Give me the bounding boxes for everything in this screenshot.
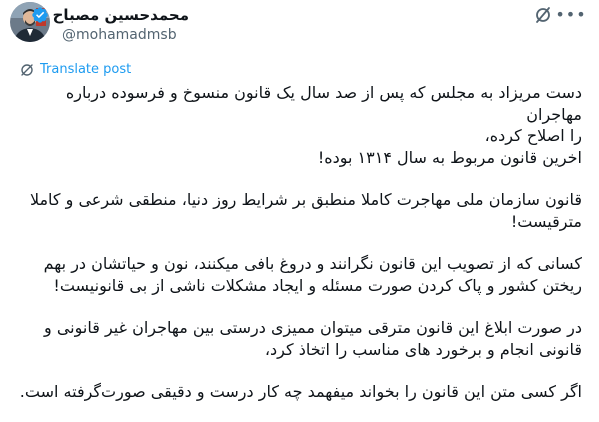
tweet-text: دست مریزاد به مجلس که پس از صد سال یک قا… [16,82,582,403]
verified-badge-icon [31,6,49,24]
tweet-header: محمدحسین مصباح @mohamadmsb ••• [0,0,599,52]
tweet-line: را اصلاح کرده، [484,126,582,145]
grok-icon[interactable] [534,6,552,24]
tweet-line: قانونی انجام و برخورد های مناسب را اتخاذ… [264,339,582,359]
author-display-name[interactable]: محمدحسین مصباح [53,6,189,24]
translate-post-link[interactable]: Translate post [40,62,131,77]
tweet-line: اگر کسی متن این قانون را بخواند میفهمد چ… [19,382,582,401]
tweet-line: دست مریزاد به مجلس که پس از صد سال یک قا… [65,83,582,124]
more-icon[interactable]: ••• [555,4,585,24]
tweet-line: ریختن کشور و پاک کردن صورت مسئله و ایجاد… [53,275,582,295]
tweet-line: مترقیست! [510,211,582,231]
translate-icon [20,62,34,76]
tweet-line: کسانی که از تصویب این قانون نگرانند و در… [43,254,582,273]
author-name-row: محمدحسین مصباح [31,4,189,26]
author-handle[interactable]: @mohamadmsb [62,27,177,43]
tweet-line: قانون سازمان ملی مهاجرت کاملا منطبق بر ش… [29,190,582,209]
tweet-line: اخرین قانون مربوط به سال ۱۳۱۴ بوده! [317,147,582,167]
translate-row[interactable]: Translate post [20,60,131,78]
tweet-line: در صورت ابلاغ این قانون مترقی میتوان ممی… [44,318,582,337]
